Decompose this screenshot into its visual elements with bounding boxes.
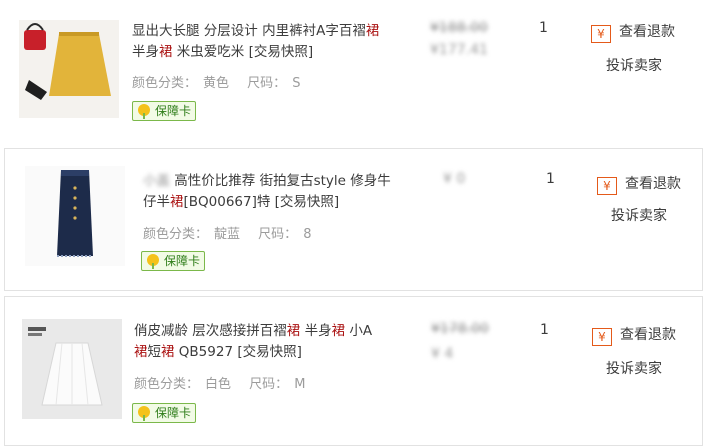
refund-icon: ¥: [591, 25, 611, 43]
view-refund-link[interactable]: ¥ 查看退款: [597, 173, 681, 195]
guarantee-icon: [138, 104, 150, 119]
complain-seller-link[interactable]: 投诉卖家: [606, 358, 662, 378]
product-title[interactable]: 俏皮减龄 层次感接拼百褶裙 半身裙 小A 裙短裙 QB5927 [交易快照]: [134, 321, 414, 363]
refund-icon: ¥: [592, 328, 612, 346]
quantity: 1: [539, 20, 548, 36]
guarantee-badge[interactable]: 保障卡: [132, 403, 197, 423]
product-image[interactable]: [25, 166, 125, 266]
guarantee-badge[interactable]: 保障卡: [141, 251, 206, 271]
quantity: 1: [540, 322, 549, 338]
blurred-shop-name: 小盖: [143, 173, 170, 189]
refund-icon: ¥: [597, 177, 617, 195]
price-block: ¥ 0: [443, 168, 465, 190]
product-title[interactable]: 小盖 高性价比推荐 街拍复古style 修身牛 仔半裙[BQ00667]特 [交…: [143, 171, 423, 213]
guarantee-icon: [138, 406, 150, 421]
original-price: ¥188.00: [430, 20, 488, 36]
order-item: 俏皮减龄 层次感接拼百褶裙 半身裙 小A 裙短裙 QB5927 [交易快照] 颜…: [4, 296, 703, 446]
product-image[interactable]: [22, 319, 122, 419]
view-refund-link[interactable]: ¥ 查看退款: [592, 324, 676, 346]
product-title[interactable]: 显出大长腿 分层设计 内里裤衬A字百褶裙 半身裙 米虫爱吃米 [交易快照]: [132, 21, 422, 63]
view-refund-link[interactable]: ¥ 查看退款: [591, 21, 675, 43]
product-spec: 颜色分类： 黄色 尺码： S: [132, 76, 301, 91]
product-image[interactable]: [19, 20, 119, 118]
original-price: ¥178.00: [431, 321, 489, 337]
order-item: 小盖 高性价比推荐 街拍复古style 修身牛 仔半裙[BQ00667]特 [交…: [4, 148, 703, 291]
paid-price: ¥177.41: [430, 42, 488, 58]
guarantee-icon: [147, 254, 159, 269]
quantity: 1: [546, 171, 555, 187]
price-block: ¥178.00 ¥ 4: [431, 318, 489, 365]
price-block: ¥188.00 ¥177.41: [430, 17, 488, 61]
paid-price: ¥ 0: [443, 171, 466, 187]
order-item: 显出大长腿 分层设计 内里裤衬A字百褶裙 半身裙 米虫爱吃米 [交易快照] 颜色…: [0, 0, 705, 135]
paid-price: ¥ 4: [431, 346, 454, 362]
product-spec: 颜色分类： 白色 尺码： M: [134, 377, 306, 392]
guarantee-badge[interactable]: 保障卡: [132, 101, 197, 121]
complain-seller-link[interactable]: 投诉卖家: [606, 55, 662, 75]
complain-seller-link[interactable]: 投诉卖家: [611, 205, 667, 225]
product-spec: 颜色分类： 靛蓝 尺码： 8: [143, 227, 312, 242]
